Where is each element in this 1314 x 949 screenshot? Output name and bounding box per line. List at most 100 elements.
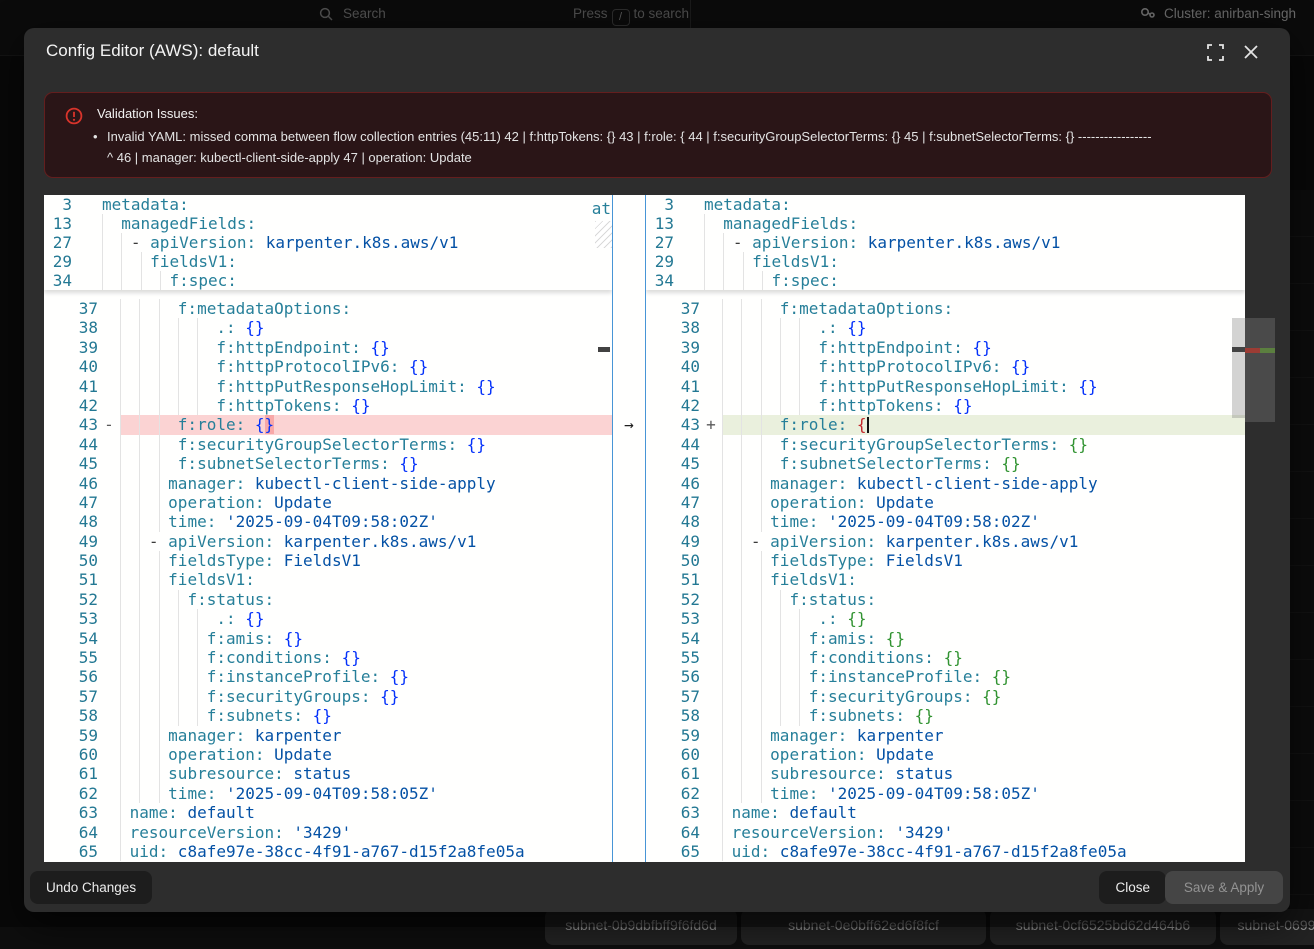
code-line[interactable]: 52 f:status: [646,590,1245,609]
code-line[interactable]: 62 time: '2025-09-04T09:58:05Z' [646,784,1245,803]
sticky-code-line[interactable]: 13 managedFields: [646,214,1245,233]
code-line[interactable]: 44 f:securityGroupSelectorTerms: {} [646,435,1245,454]
code-line[interactable]: 45 f:subnetSelectorTerms: {} [646,454,1245,473]
sticky-code-line[interactable]: 34 f:spec: [44,271,612,290]
code-line[interactable]: 63 name: default [646,803,1245,822]
code-line[interactable]: 38 .: {} [44,318,612,337]
code-line[interactable]: 64 resourceVersion: '3429' [646,823,1245,842]
diff-sign [98,629,120,648]
code-line[interactable]: 53 .: {} [44,609,612,628]
code-line[interactable]: 59 manager: karpenter [646,726,1245,745]
revert-change-arrow-icon[interactable]: → [613,415,645,434]
sticky-code-line[interactable]: 29 fieldsV1: [44,252,612,271]
code-line[interactable]: 43- f:role: {} [44,415,612,434]
code-line[interactable]: 65 uid: c8afe97e-38cc-4f91-a767-d15f2a8f… [44,842,612,861]
code-line[interactable]: 42 f:httpTokens: {} [44,396,612,415]
code-line[interactable]: 46 manager: kubectl-client-side-apply [646,474,1245,493]
code-line[interactable]: 50 fieldsType: FieldsV1 [646,551,1245,570]
code-text: f:subnetSelectorTerms: {} [722,454,1245,473]
code-line[interactable]: 39 f:httpEndpoint: {} [44,338,612,357]
code-text: f:securityGroups: {} [722,687,1245,706]
code-line[interactable]: 51 fieldsV1: [44,570,612,589]
code-line[interactable]: 66spec: [646,861,1245,862]
undo-changes-button[interactable]: Undo Changes [30,871,152,904]
code-line[interactable]: 37 f:metadataOptions: [646,299,1245,318]
diff-overview-thumb[interactable] [1245,318,1275,422]
code-line[interactable]: 40 f:httpProtocolIPv6: {} [44,357,612,376]
code-line[interactable]: 55 f:conditions: {} [646,648,1245,667]
sticky-code-line[interactable]: 27 - apiVersion: karpenter.k8s.aws/v1 [44,233,612,252]
code-line[interactable]: 54 f:amis: {} [44,629,612,648]
sticky-code-line[interactable]: 3metadata: [646,195,1245,214]
code-line[interactable]: 58 f:subnets: {} [646,706,1245,725]
line-number: 41 [44,377,98,396]
code-line[interactable]: 46 manager: kubectl-client-side-apply [44,474,612,493]
code-line[interactable]: 47 operation: Update [44,493,612,512]
line-number: 59 [646,726,700,745]
code-line[interactable]: 60 operation: Update [44,745,612,764]
code-line[interactable]: 66spec: [44,861,612,862]
code-text: time: '2025-09-04T09:58:05Z' [120,784,612,803]
line-number: 58 [44,706,98,725]
code-text: fieldsV1: [704,252,1245,271]
code-line[interactable]: 49 - apiVersion: karpenter.k8s.aws/v1 [44,532,612,551]
code-line[interactable]: 44 f:securityGroupSelectorTerms: {} [44,435,612,454]
code-line[interactable]: 42 f:httpTokens: {} [646,396,1245,415]
sticky-code-line[interactable]: 34 f:spec: [646,271,1245,290]
diff-overview-ruler[interactable] [1245,195,1275,862]
code-line[interactable]: 38 .: {} [646,318,1245,337]
close-dialog-button[interactable] [1242,43,1264,65]
code-text: spec: [120,861,612,862]
code-line[interactable]: 48 time: '2025-09-04T09:58:02Z' [44,512,612,531]
close-button[interactable]: Close [1099,871,1166,904]
diff-sign [98,377,120,396]
code-line[interactable]: 60 operation: Update [646,745,1245,764]
save-apply-button[interactable]: Save & Apply [1165,871,1283,904]
code-line[interactable]: 57 f:securityGroups: {} [646,687,1245,706]
diff-editor-sash[interactable]: → [612,195,646,862]
code-line[interactable]: 55 f:conditions: {} [44,648,612,667]
code-line[interactable]: 49 - apiVersion: karpenter.k8s.aws/v1 [646,532,1245,551]
code-line[interactable]: 56 f:instanceProfile: {} [646,667,1245,686]
code-line[interactable]: 43+ f:role: { [646,415,1245,434]
code-line[interactable]: 41 f:httpPutResponseHopLimit: {} [44,377,612,396]
code-line[interactable]: 53 .: {} [646,609,1245,628]
sticky-code-line[interactable]: 3metadata: [44,195,612,214]
code-line[interactable]: 52 f:status: [44,590,612,609]
code-line[interactable]: 59 manager: karpenter [44,726,612,745]
code-line[interactable]: 37 f:metadataOptions: [44,299,612,318]
code-line[interactable]: 45 f:subnetSelectorTerms: {} [44,454,612,473]
code-text: manager: karpenter [722,726,1245,745]
code-line[interactable]: 64 resourceVersion: '3429' [44,823,612,842]
code-line[interactable]: 65 uid: c8afe97e-38cc-4f91-a767-d15f2a8f… [646,842,1245,861]
sticky-code-line[interactable]: 29 fieldsV1: [646,252,1245,271]
code-line[interactable]: 54 f:amis: {} [646,629,1245,648]
line-number: 34 [44,271,72,290]
line-number: 64 [646,823,700,842]
code-line[interactable]: 39 f:httpEndpoint: {} [646,338,1245,357]
code-line[interactable]: 63 name: default [44,803,612,822]
code-line[interactable]: 41 f:httpPutResponseHopLimit: {} [646,377,1245,396]
code-line[interactable]: 47 operation: Update [646,493,1245,512]
diff-sign [72,233,102,252]
code-line[interactable]: 61 subresource: status [646,764,1245,783]
code-line[interactable]: 50 fieldsType: FieldsV1 [44,551,612,570]
line-number: 58 [646,706,700,725]
code-line[interactable]: 51 fieldsV1: [646,570,1245,589]
code-line[interactable]: 58 f:subnets: {} [44,706,612,725]
sticky-code-line[interactable]: 27 - apiVersion: karpenter.k8s.aws/v1 [646,233,1245,252]
line-number: 52 [44,590,98,609]
code-line[interactable]: 61 subresource: status [44,764,612,783]
code-line[interactable]: 57 f:securityGroups: {} [44,687,612,706]
diff-pane-modified[interactable]: 3metadata:13 managedFields:27 - apiVersi… [646,195,1245,862]
code-line[interactable]: 40 f:httpProtocolIPv6: {} [646,357,1245,376]
code-line[interactable]: 62 time: '2025-09-04T09:58:05Z' [44,784,612,803]
fullscreen-button[interactable] [1206,43,1228,65]
line-number: 61 [44,764,98,783]
line-number: 62 [646,784,700,803]
diff-sign [700,377,722,396]
code-line[interactable]: 48 time: '2025-09-04T09:58:02Z' [646,512,1245,531]
sticky-code-line[interactable]: 13 managedFields: [44,214,612,233]
diff-pane-original[interactable]: 3metadata:13 managedFields:27 - apiVersi… [44,195,612,862]
code-line[interactable]: 56 f:instanceProfile: {} [44,667,612,686]
